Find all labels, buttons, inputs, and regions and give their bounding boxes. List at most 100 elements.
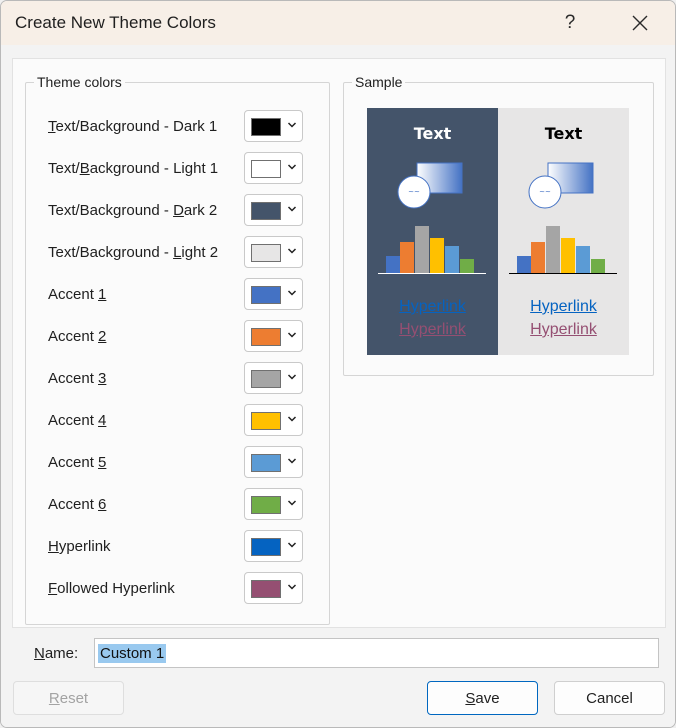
color-swatch	[251, 538, 281, 556]
chevron-down-icon	[287, 542, 297, 548]
color-row: Accent 5	[48, 446, 330, 480]
chevron-down-icon	[287, 416, 297, 422]
label-access-key: 1	[98, 286, 107, 303]
sample-text: Text	[544, 124, 583, 143]
color-swatch	[251, 160, 281, 178]
color-row: Followed Hyperlink	[48, 572, 330, 606]
color-row: Text/Background - Dark 1	[48, 110, 330, 144]
color-row: Text/Background - Dark 2	[48, 194, 330, 228]
color-row-label: Text/Background - Light 2	[48, 244, 218, 261]
color-picker-button[interactable]	[244, 278, 303, 310]
dialog-title: Create New Theme Colors	[15, 13, 216, 32]
color-picker-button[interactable]	[244, 236, 303, 268]
chevron-down-icon	[287, 206, 297, 212]
sample-hyperlink: Hyperlink	[399, 298, 466, 315]
label-access-key: 3	[98, 370, 107, 387]
color-row: Text/Background - Light 2	[48, 236, 330, 270]
color-row-label: Text/Background - Light 1	[48, 160, 218, 177]
label-prefix: Text/	[48, 160, 80, 177]
color-row-label: Hyperlink	[48, 538, 111, 555]
sample-light-panel: Text ~~ Hyperlink Hyperlink	[498, 108, 629, 355]
color-row-label: Accent 4	[48, 412, 106, 429]
color-picker-button[interactable]	[244, 404, 303, 436]
name-label-rest: ame:	[44, 645, 79, 662]
chevron-down-icon	[287, 458, 297, 464]
sample-text: Text	[413, 124, 452, 143]
label-suffix: ackground - Light 1	[89, 160, 219, 177]
label-suffix: ight 2	[181, 244, 219, 261]
color-picker-button[interactable]	[244, 194, 303, 226]
sample-dark-panel: Text ~~ Hyperlink Hyperlink	[367, 108, 498, 355]
label-access-key: B	[79, 160, 90, 177]
sample-shapes-graphic: ~~	[528, 162, 594, 209]
color-swatch	[251, 496, 281, 514]
color-picker-button[interactable]	[244, 362, 303, 394]
close-button[interactable]	[617, 1, 663, 45]
label-prefix: Accent	[48, 496, 99, 513]
sample-followed-hyperlink: Hyperlink	[530, 321, 597, 338]
color-row-label: Accent 6	[48, 496, 106, 513]
chevron-down-icon	[287, 122, 297, 128]
color-row: Accent 1	[48, 278, 330, 312]
color-picker-button[interactable]	[244, 320, 303, 352]
color-picker-button[interactable]	[244, 152, 303, 184]
svg-text:~~: ~~	[539, 188, 551, 196]
color-row: Hyperlink	[48, 530, 330, 564]
color-picker-button[interactable]	[244, 572, 303, 604]
label-access-key: 4	[98, 412, 107, 429]
name-input[interactable]: Custom 1	[94, 638, 659, 668]
reset-label: eset	[59, 689, 89, 707]
color-row-label: Accent 3	[48, 370, 106, 387]
color-row-label: Accent 5	[48, 454, 106, 471]
color-swatch	[251, 412, 281, 430]
help-button[interactable]: ?	[547, 1, 593, 45]
save-button[interactable]: Save	[427, 681, 538, 715]
color-row: Text/Background - Light 1	[48, 152, 330, 186]
label-suffix: yperlink	[58, 538, 111, 555]
color-swatch	[251, 454, 281, 472]
color-picker-button[interactable]	[244, 446, 303, 478]
name-label: Name:	[34, 645, 78, 662]
reset-button[interactable]: Reset	[13, 681, 124, 715]
close-icon	[632, 15, 648, 31]
chevron-down-icon	[287, 332, 297, 338]
svg-text:~~: ~~	[408, 188, 420, 196]
label-suffix: ollowed Hyperlink	[57, 580, 175, 597]
save-label: ave	[475, 689, 500, 707]
color-row: Accent 6	[48, 488, 330, 522]
sample-shapes-graphic: ~~	[397, 162, 463, 209]
reset-key: R	[48, 689, 60, 707]
chevron-down-icon	[287, 164, 297, 170]
color-swatch	[251, 244, 281, 262]
create-theme-colors-dialog: Create New Theme Colors ? Theme colors T…	[0, 0, 676, 728]
label-access-key: H	[48, 538, 59, 555]
save-key: S	[465, 689, 476, 707]
label-access-key: F	[48, 580, 58, 597]
label-access-key: D	[173, 202, 184, 219]
color-swatch	[251, 370, 281, 388]
color-swatch	[251, 286, 281, 304]
chevron-down-icon	[287, 500, 297, 506]
color-swatch	[251, 328, 281, 346]
color-row-label: Accent 2	[48, 328, 106, 345]
chevron-down-icon	[287, 374, 297, 380]
label-access-key: 6	[98, 496, 107, 513]
label-access-key: 2	[98, 328, 107, 345]
sample-legend: Sample	[355, 74, 403, 90]
label-suffix: ext/Background - Dark 1	[55, 118, 218, 135]
label-prefix: Accent	[48, 286, 99, 303]
color-picker-button[interactable]	[244, 110, 303, 142]
theme-colors-legend: Theme colors	[37, 74, 122, 90]
title-bar: Create New Theme Colors ?	[1, 1, 675, 45]
sample-bar-graphic	[378, 226, 486, 274]
cancel-button[interactable]: Cancel	[554, 681, 665, 715]
color-picker-button[interactable]	[244, 488, 303, 520]
label-prefix: Accent	[48, 370, 99, 387]
label-prefix: Accent	[48, 412, 99, 429]
color-swatch	[251, 118, 281, 136]
color-picker-button[interactable]	[244, 530, 303, 562]
name-label-key: N	[34, 645, 45, 662]
label-access-key: T	[48, 118, 56, 135]
label-prefix: Accent	[48, 454, 99, 471]
color-row: Accent 3	[48, 362, 330, 396]
